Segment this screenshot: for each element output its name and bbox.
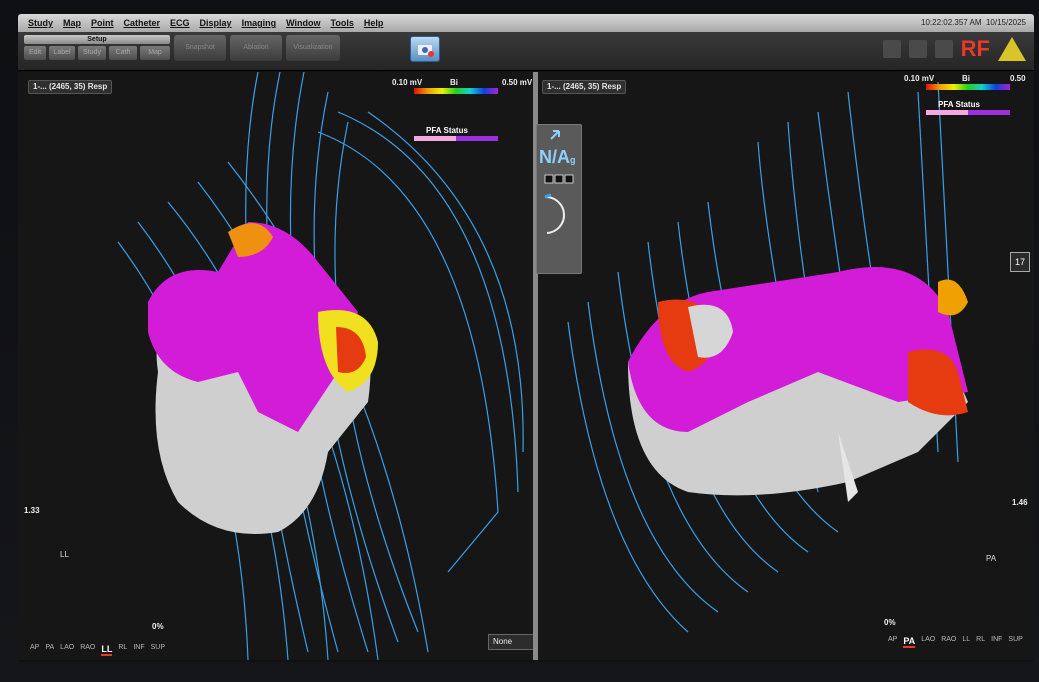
orientation-label: LL [60, 550, 69, 559]
voltage-colorbar[interactable] [414, 88, 498, 94]
clock-time: 10:22:02.357 AM [921, 18, 982, 27]
scale-min-right: 0.10 mV [904, 74, 935, 83]
tool-counter-button[interactable]: 17 [1010, 252, 1030, 272]
left-3d-map [117, 72, 524, 660]
menu-help[interactable]: Help [364, 18, 384, 28]
map-viewport-right[interactable]: 1-... (2465, 35) Resp 0.10 mV Bi 0.50 PF… [538, 72, 1034, 660]
view-buttons-right: AP PA LAO RAO LL RL INF SUP [888, 636, 1023, 648]
menu-ecg[interactable]: ECG [170, 18, 190, 28]
clock: 10:22:02.357 AM 10/15/2025 [921, 18, 1026, 27]
menu-map[interactable]: Map [63, 18, 81, 28]
zoom-percent: 0% [152, 622, 164, 631]
orientation-label-right: PA [986, 554, 997, 563]
menu-window[interactable]: Window [286, 18, 320, 28]
side-scale-value-right: 1.46 [1012, 498, 1028, 507]
menu-tools[interactable]: Tools [331, 18, 354, 28]
map-selector-dropdown[interactable]: 1-... (2465, 35) Resp [28, 80, 113, 94]
tb-study-button[interactable]: Study [78, 46, 106, 60]
camera-icon[interactable] [410, 36, 440, 62]
toolbar: Setup Edit Label Study Cath Map Snapshot… [18, 32, 1034, 71]
setup-button[interactable]: Setup [24, 35, 170, 44]
scale-max-right: 0.50 [1010, 74, 1026, 83]
tb-cath-button[interactable]: Cath [109, 46, 137, 60]
view-rao[interactable]: RAO [80, 644, 95, 656]
clock-date: 10/15/2025 [985, 18, 1026, 27]
view-buttons: AP PA LAO RAO LL RL INF SUP [30, 644, 165, 656]
menu-display[interactable]: Display [200, 18, 232, 28]
pfa-status-bar [414, 136, 498, 141]
view-lao-right[interactable]: LAO [921, 636, 935, 648]
pfa-status-bar-right [926, 110, 1010, 115]
scale-max: 0.50 mV [502, 78, 533, 87]
pfa-warning-icon[interactable] [998, 37, 1026, 61]
view-ll[interactable]: LL [101, 644, 113, 656]
pfa-status-label-right: PFA Status [938, 100, 980, 109]
screen: Study Map Point Catheter ECG Display Ima… [18, 14, 1034, 662]
scale-type-right: Bi [962, 74, 970, 83]
view-rl-right[interactable]: RL [976, 636, 985, 648]
metric-panel: N/Ag [536, 124, 582, 274]
view-sup[interactable]: SUP [151, 644, 165, 656]
map-viewport-left[interactable]: 1-... (2465, 35) Resp 0.10 mV Bi 0.50 mV… [18, 72, 533, 660]
record-icon[interactable] [908, 40, 927, 58]
visualization-button[interactable]: Visualization [286, 35, 340, 61]
menu-point[interactable]: Point [91, 18, 114, 28]
menu-bar: Study Map Point Catheter ECG Display Ima… [18, 14, 1034, 33]
pfa-status-label: PFA Status [426, 126, 468, 135]
view-sup-right[interactable]: SUP [1008, 636, 1022, 648]
view-rao-right[interactable]: RAO [941, 636, 956, 648]
scale-min: 0.10 mV [392, 78, 423, 87]
menu-study[interactable]: Study [28, 18, 53, 28]
view-inf-right[interactable]: INF [991, 636, 1002, 648]
scale-type: Bi [450, 78, 458, 87]
monitor-icon[interactable] [882, 40, 901, 58]
tb-edit-button[interactable]: Edit [24, 46, 46, 60]
side-scale-value: 1.33 [24, 506, 40, 515]
rf-indicator[interactable]: RF [961, 36, 990, 62]
map-selector-dropdown-right[interactable]: 1-... (2465, 35) Resp [542, 80, 627, 94]
tb-label-button[interactable]: Label [49, 46, 75, 60]
voltage-colorbar-right[interactable] [926, 84, 1010, 90]
view-rl[interactable]: RL [118, 644, 127, 656]
status-icons: RF [882, 36, 1026, 62]
menu-imaging[interactable]: Imaging [242, 18, 277, 28]
view-pa[interactable]: PA [45, 644, 54, 656]
view-ap[interactable]: AP [30, 644, 39, 656]
view-lao[interactable]: LAO [60, 644, 74, 656]
overlay-dropdown[interactable]: None [488, 634, 533, 650]
catheter-icon[interactable] [934, 40, 953, 58]
view-ll-right[interactable]: LL [962, 636, 970, 648]
view-inf[interactable]: INF [133, 644, 144, 656]
view-pa-right[interactable]: PA [903, 636, 916, 648]
right-3d-map [567, 81, 968, 633]
menu-catheter[interactable]: Catheter [124, 18, 161, 28]
tb-map-button[interactable]: Map [140, 46, 170, 60]
ablation-button[interactable]: Ablation [230, 35, 282, 61]
right-toolstrip: 17 [1010, 252, 1030, 272]
metric-value: N/Ag [539, 147, 576, 168]
metric-unit: g [570, 155, 576, 165]
view-ap-right[interactable]: AP [888, 636, 897, 648]
snapshot-button[interactable]: Snapshot [174, 35, 226, 61]
zoom-percent-right: 0% [884, 618, 896, 627]
metric-value-text: N/A [539, 147, 570, 167]
